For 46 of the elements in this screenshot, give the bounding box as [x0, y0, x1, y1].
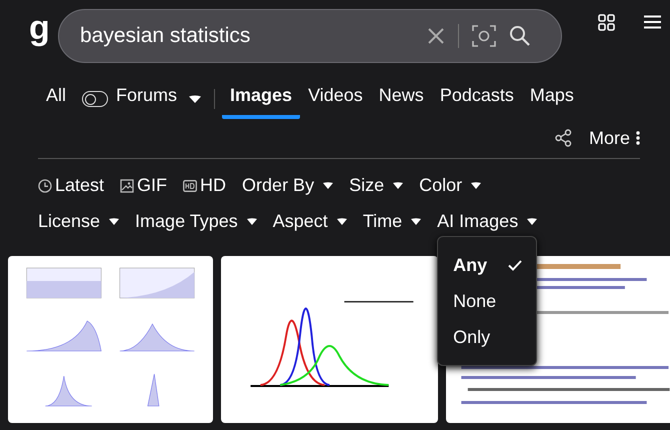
filter-button[interactable]: License [38, 211, 120, 232]
filter-button[interactable]: Color [419, 175, 482, 196]
nav-tab[interactable]: Podcasts [432, 79, 522, 119]
caret-icon [411, 218, 422, 225]
share-icon[interactable] [554, 129, 572, 147]
filter-button[interactable]: HD [183, 175, 226, 196]
check-icon [508, 260, 522, 271]
search-field[interactable]: bayesian statistics [80, 24, 414, 48]
camera-search-icon[interactable] [472, 25, 496, 47]
caret-icon [323, 182, 334, 189]
search-bar[interactable]: bayesian statistics [58, 9, 562, 63]
nav-tab[interactable]: All [46, 79, 74, 119]
filter-button[interactable]: Size [349, 175, 404, 196]
apps-grid-icon[interactable] [598, 14, 615, 30]
filter-button[interactable]: GIF [120, 175, 168, 196]
menu-option[interactable]: Only [438, 320, 536, 356]
more-button[interactable]: More [588, 128, 640, 148]
filter-button[interactable]: Order By [242, 175, 334, 196]
image-icon [120, 178, 134, 192]
menu-option[interactable]: None [438, 284, 536, 320]
caret-icon [393, 182, 404, 189]
hd-icon [183, 180, 198, 192]
clock-icon [38, 178, 52, 192]
menu-icon[interactable] [644, 15, 661, 29]
caret-icon [246, 218, 257, 225]
nav-tab[interactable]: Maps [522, 79, 582, 119]
filter-button[interactable]: Image Types [135, 211, 257, 232]
filter-button[interactable]: AI Images [437, 211, 538, 232]
filter-button[interactable]: Time [362, 211, 422, 232]
caret-icon [109, 218, 120, 225]
caret-icon [527, 218, 538, 225]
caret-icon [336, 218, 347, 225]
search-icon[interactable] [509, 25, 531, 47]
caret-icon [471, 182, 482, 189]
nav-tab[interactable]: Images [222, 79, 300, 119]
toggle-switch[interactable] [82, 91, 108, 107]
forums-tab[interactable]: Forums [108, 79, 186, 119]
filter-button[interactable]: Aspect [272, 211, 347, 232]
kebab-icon [636, 131, 640, 145]
nav-tab[interactable]: Videos [300, 79, 371, 119]
caret-icon[interactable] [189, 95, 202, 103]
nav-tab[interactable]: News [370, 79, 432, 119]
filter-button[interactable]: Latest [38, 175, 104, 196]
menu-option[interactable]: Any [438, 248, 536, 284]
logo[interactable]: g [29, 11, 47, 45]
clear-icon[interactable] [427, 27, 445, 45]
